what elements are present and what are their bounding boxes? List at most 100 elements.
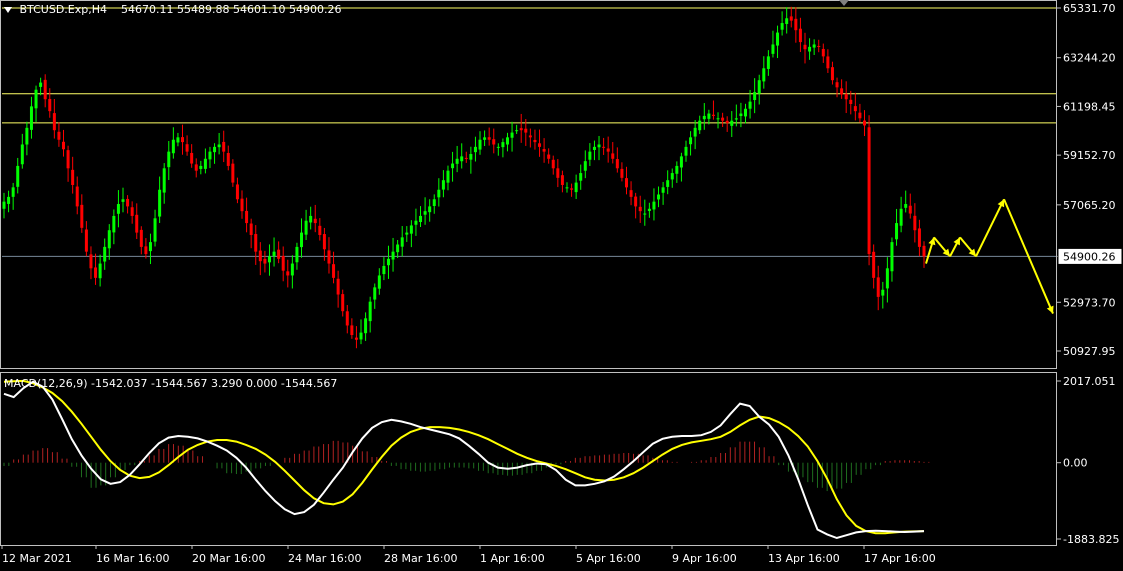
bull-candle (451, 163, 455, 169)
bear-candle (821, 48, 825, 57)
bull-candle (812, 44, 816, 48)
bear-candle (277, 249, 281, 259)
price-tick-label: 57065.20 (1063, 199, 1116, 212)
bear-candle (190, 152, 194, 164)
bull-candle (414, 220, 418, 225)
bull-candle (501, 142, 505, 148)
bull-candle (107, 230, 111, 249)
bear-candle (258, 250, 262, 262)
bear-candle (66, 150, 70, 169)
bear-candle (556, 168, 560, 178)
bear-candle (849, 99, 853, 105)
bull-candle (780, 23, 784, 30)
bull-candle (272, 251, 276, 257)
bear-candle (139, 229, 143, 247)
bull-candle (647, 208, 651, 211)
bull-candle (881, 289, 885, 296)
bull-candle (432, 199, 436, 207)
time-tick-label: 1 Apr 16:00 (480, 552, 545, 565)
bear-candle (327, 250, 331, 264)
bear-candle (487, 137, 491, 140)
bear-candle (551, 159, 555, 169)
bull-candle (565, 187, 569, 189)
bull-candle (267, 256, 271, 263)
bull-candle (592, 146, 596, 150)
bull-candle (162, 168, 166, 193)
bear-candle (194, 164, 198, 171)
bull-candle (574, 182, 578, 193)
bear-candle (528, 135, 532, 138)
bull-candle (121, 199, 125, 202)
bull-candle (167, 151, 171, 168)
macd-header: MACD(12,26,9) -1542.037 -1544.567 3.290 … (4, 377, 337, 390)
bear-candle (249, 223, 253, 235)
bull-candle (652, 201, 656, 210)
bear-candle (130, 207, 134, 216)
dropdown-arrow-icon[interactable] (4, 7, 12, 13)
bull-candle (684, 146, 688, 156)
bear-candle (711, 114, 715, 116)
bear-candle (638, 206, 642, 212)
time-tick-label: 24 Mar 16:00 (288, 552, 361, 565)
close-value: 54900.26 (289, 3, 342, 16)
bull-candle (359, 332, 363, 340)
bull-candle (428, 206, 432, 213)
bear-candle (235, 184, 239, 200)
bull-candle (496, 146, 500, 148)
bull-candle (2, 201, 6, 209)
bear-candle (922, 245, 926, 257)
bull-candle (423, 211, 427, 215)
bear-candle (144, 246, 148, 255)
bull-candle (368, 301, 372, 322)
chart-window: 65331.70 63244.20 61198.45 59152.70 57065.20… (0, 0, 1123, 567)
bull-candle (377, 275, 381, 289)
macd-values: -1542.037 -1544.567 3.290 0.000 -1544.56… (91, 377, 338, 390)
bull-candle (739, 113, 743, 117)
bull-candle (153, 218, 157, 242)
bear-candle (318, 225, 322, 235)
bull-candle (661, 187, 665, 193)
bull-candle (148, 242, 152, 252)
bear-candle (547, 154, 551, 159)
bull-candle (25, 127, 29, 145)
bull-candle (766, 56, 770, 69)
bull-candle (300, 232, 304, 248)
bull-candle (39, 82, 43, 87)
open-value: 54670.11 (121, 3, 174, 16)
bull-candle (446, 170, 450, 183)
bear-candle (817, 45, 821, 47)
bear-candle (464, 157, 468, 159)
bull-candle (98, 263, 102, 279)
bear-candle (844, 93, 848, 100)
bull-candle (171, 139, 175, 154)
time-tick-label: 28 Mar 16:00 (384, 552, 457, 565)
bear-candle (222, 141, 226, 152)
bull-candle (455, 158, 459, 164)
bear-candle (789, 16, 793, 21)
bear-candle (908, 205, 912, 214)
bull-candle (478, 139, 482, 150)
macd-tick-label: 2017.051 (1063, 375, 1116, 388)
bull-candle (460, 156, 464, 162)
time-tick-label: 16 Mar 16:00 (96, 552, 169, 565)
bear-candle (57, 131, 61, 140)
time-tick-label: 5 Apr 16:00 (576, 552, 641, 565)
bear-candle (602, 146, 606, 148)
bull-candle (309, 215, 313, 223)
bear-candle (336, 278, 340, 295)
bull-candle (730, 120, 734, 126)
bear-candle (226, 153, 230, 166)
bear-candle (126, 198, 130, 207)
bull-candle (579, 173, 583, 181)
symbol-header[interactable]: BTCUSD.Exp,H4 54670.11 55489.88 54601.10… (4, 3, 342, 16)
bear-candle (48, 98, 52, 112)
price-tick-label: 50927.95 (1063, 345, 1116, 358)
price-tick-label: 59152.70 (1063, 149, 1116, 162)
price-tick-label: 65331.70 (1063, 2, 1116, 15)
bear-candle (826, 56, 830, 69)
bear-candle (606, 148, 610, 152)
bull-candle (396, 244, 400, 253)
current-price-label: 54900.26 (1063, 250, 1116, 263)
bull-candle (753, 92, 757, 101)
price-tick-label: 52973.70 (1063, 296, 1116, 309)
